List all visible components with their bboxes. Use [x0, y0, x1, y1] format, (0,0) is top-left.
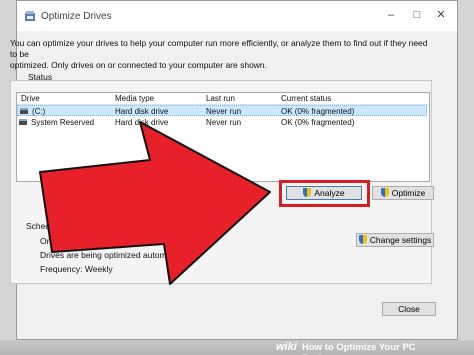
close-icon[interactable]: ✕: [431, 6, 451, 24]
column-header-media-type[interactable]: Media type: [115, 94, 154, 103]
watermark-brand: wiki: [276, 341, 297, 353]
schedule-status: On: [40, 236, 52, 246]
intro-text: You can optimize your drives to help you…: [10, 38, 430, 71]
table-row[interactable]: System Reserved Hard disk drive Never ru…: [17, 117, 427, 128]
drives-list[interactable]: Drive Media type Last run Current status…: [16, 92, 430, 182]
table-row[interactable]: (C:) Hard disk drive Never run OK (0% fr…: [17, 105, 427, 116]
title-bar[interactable]: Optimize Drives – □ ✕: [17, 1, 457, 31]
status-section-label: Status: [28, 72, 53, 82]
maximize-icon[interactable]: □: [407, 6, 427, 24]
row-last-run: Never run: [206, 107, 242, 116]
change-settings-label: Change settings: [369, 235, 432, 245]
intro-line-1: You can optimize your drives to help you…: [10, 38, 428, 59]
row-last-run: Never run: [206, 118, 242, 127]
uac-shield-icon: [380, 188, 389, 197]
drives-list-header: Drive Media type Last run Current status: [17, 93, 429, 105]
scheduled-section-label: Scheduled optimization: [26, 221, 114, 231]
change-settings-button[interactable]: Change settings: [356, 233, 434, 247]
row-drive: System Reserved: [31, 118, 95, 127]
watermark-title: How to Optimize Your PC Performance: [302, 342, 416, 355]
row-media-type: Hard disk drive: [115, 118, 169, 127]
column-header-current-status[interactable]: Current status: [281, 94, 331, 103]
minimize-icon[interactable]: –: [381, 6, 401, 24]
row-current-status: OK (0% fragmented): [281, 107, 355, 116]
analyze-highlight-box: [279, 180, 370, 207]
hard-drive-icon: [19, 119, 27, 125]
window-title: Optimize Drives: [41, 11, 112, 22]
column-header-drive[interactable]: Drive: [21, 94, 40, 103]
optimize-button-label: Optimize: [391, 188, 426, 198]
schedule-description: Drives are being optimized automatically…: [40, 250, 195, 260]
row-current-status: OK (0% fragmented): [281, 118, 355, 127]
optimize-button[interactable]: Optimize: [372, 186, 434, 200]
column-header-last-run[interactable]: Last run: [206, 94, 235, 103]
schedule-frequency: Frequency: Weekly: [40, 264, 113, 274]
row-drive: (C:): [32, 107, 46, 116]
defrag-app-icon: [25, 11, 35, 21]
row-media-type: Hard disk drive: [115, 107, 169, 116]
intro-line-2: optimized. Only drives on or connected t…: [10, 60, 268, 70]
hard-drive-icon: [20, 108, 28, 114]
uac-shield-icon: [358, 235, 367, 244]
close-button[interactable]: Close: [382, 302, 436, 316]
